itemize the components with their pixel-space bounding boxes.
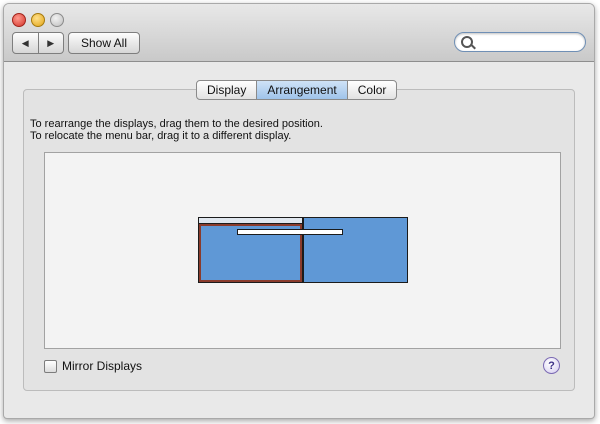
search-icon xyxy=(461,36,473,48)
back-button[interactable]: ◀ xyxy=(13,33,39,53)
secondary-display[interactable] xyxy=(303,217,408,283)
back-arrow-icon: ◀ xyxy=(21,37,29,48)
main-display[interactable] xyxy=(198,217,303,283)
title-bar: ◀ ▶ Show All xyxy=(4,4,594,62)
dragged-menu-bar[interactable] xyxy=(237,229,343,235)
instruction-line-2: To relocate the menu bar, drag it to a d… xyxy=(30,130,292,142)
minimize-window-button[interactable] xyxy=(31,13,45,27)
search-input[interactable] xyxy=(475,34,581,50)
forward-arrow-icon: ▶ xyxy=(47,37,55,48)
show-all-button[interactable]: Show All xyxy=(68,32,140,54)
instructions: To rearrange the displays, drag them to … xyxy=(30,118,323,142)
tab-arrangement[interactable]: Arrangement xyxy=(257,81,348,99)
navigation-buttons: ◀ ▶ xyxy=(12,32,64,54)
help-button[interactable]: ? xyxy=(543,357,560,374)
mirror-displays-label: Mirror Displays xyxy=(62,359,143,373)
show-all-label: Show All xyxy=(80,36,128,50)
forward-button[interactable]: ▶ xyxy=(39,33,64,53)
mirror-displays-checkbox[interactable] xyxy=(44,359,57,373)
arrangement-area[interactable] xyxy=(44,152,561,349)
search-field[interactable] xyxy=(454,32,586,52)
question-mark-icon: ? xyxy=(548,359,555,372)
zoom-window-button[interactable] xyxy=(50,13,64,27)
preferences-window: ◀ ▶ Show All Display Arrangement Color T… xyxy=(3,3,595,419)
tab-color[interactable]: Color xyxy=(348,81,397,99)
mirror-displays-option[interactable]: Mirror Displays xyxy=(44,359,142,373)
instruction-line-1: To rearrange the displays, drag them to … xyxy=(30,118,323,130)
close-window-button[interactable] xyxy=(12,13,26,27)
tab-bar: Display Arrangement Color xyxy=(196,80,398,100)
tab-display[interactable]: Display xyxy=(197,81,258,99)
